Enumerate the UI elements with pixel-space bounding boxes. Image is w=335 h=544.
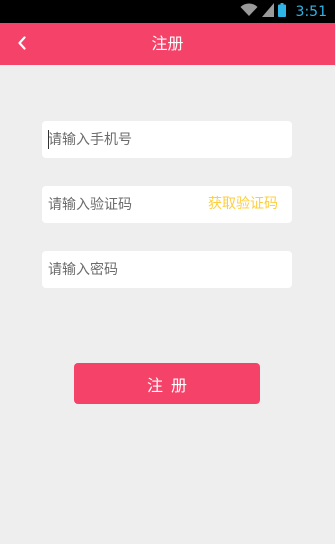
page-title: 注册: [151, 34, 184, 53]
status-bar: 3:51: [0, 0, 335, 23]
verification-code-input[interactable]: [42, 186, 197, 223]
text-cursor: [48, 130, 49, 149]
password-input[interactable]: [42, 251, 292, 288]
get-code-button[interactable]: 获取验证码: [208, 186, 278, 223]
code-field: 获取验证码: [42, 186, 292, 223]
battery-icon: [277, 2, 286, 21]
wifi-icon: [240, 2, 258, 21]
phone-field: [42, 121, 292, 158]
status-time: 3:51: [295, 3, 327, 20]
password-field: [42, 251, 292, 288]
cell-signal-icon: [261, 2, 274, 21]
status-icons: 3:51: [240, 3, 327, 20]
register-button[interactable]: 注册: [74, 363, 260, 404]
title-bar: 注册: [0, 23, 335, 65]
phone-input[interactable]: [42, 121, 292, 158]
